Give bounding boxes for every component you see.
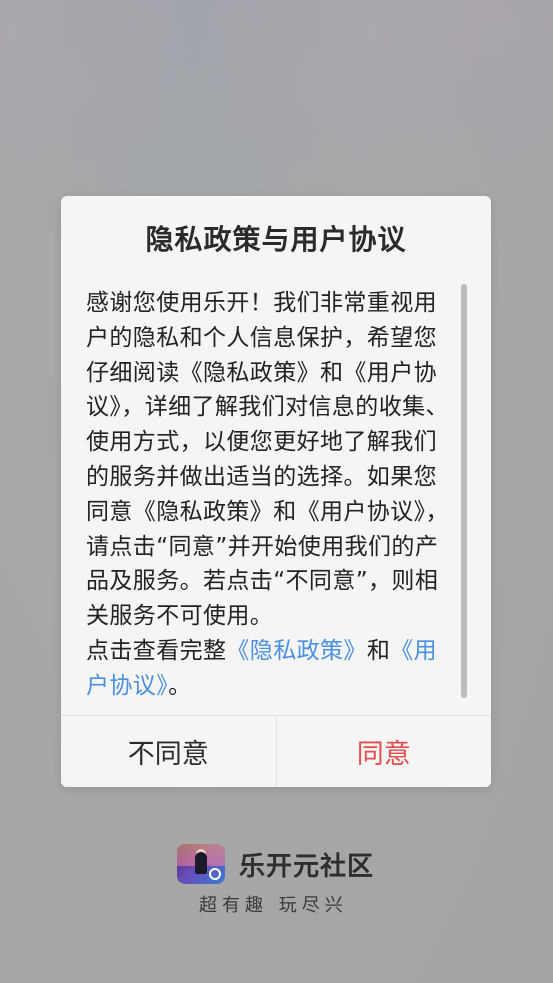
- dialog-title: 隐私政策与用户协议: [145, 223, 407, 256]
- privacy-policy-link[interactable]: 《隐私政策》: [226, 638, 366, 664]
- body-text: 感谢您使用乐开！我们非常重视用户的隐私和个人信息保护，希望您仔细阅读《隐私政策》…: [86, 290, 449, 630]
- slogan: 超有趣 玩尽兴: [199, 895, 348, 916]
- disagree-button[interactable]: 不同意: [61, 716, 277, 787]
- dialog-body: 感谢您使用乐开！我们非常重视用户的隐私和个人信息保护，希望您仔细阅读《隐私政策》…: [86, 286, 458, 787]
- end-punct: 。: [168, 672, 192, 699]
- app-logo-icon: [177, 844, 225, 884]
- and-text: 和: [366, 637, 391, 664]
- view-prefix: 点击查看完整: [86, 637, 227, 664]
- brand: 乐开元社区: [177, 844, 397, 884]
- privacy-dialog: 隐私政策与用户协议 感谢您使用乐开！我们非常重视用户的隐私和个人信息保护，希望您…: [61, 196, 491, 787]
- dialog-footer: 不同意 同意: [61, 715, 491, 787]
- app-name: 乐开元社区: [239, 852, 375, 882]
- agree-button[interactable]: 同意: [276, 716, 491, 787]
- scrollbar-thumb[interactable]: [461, 284, 467, 698]
